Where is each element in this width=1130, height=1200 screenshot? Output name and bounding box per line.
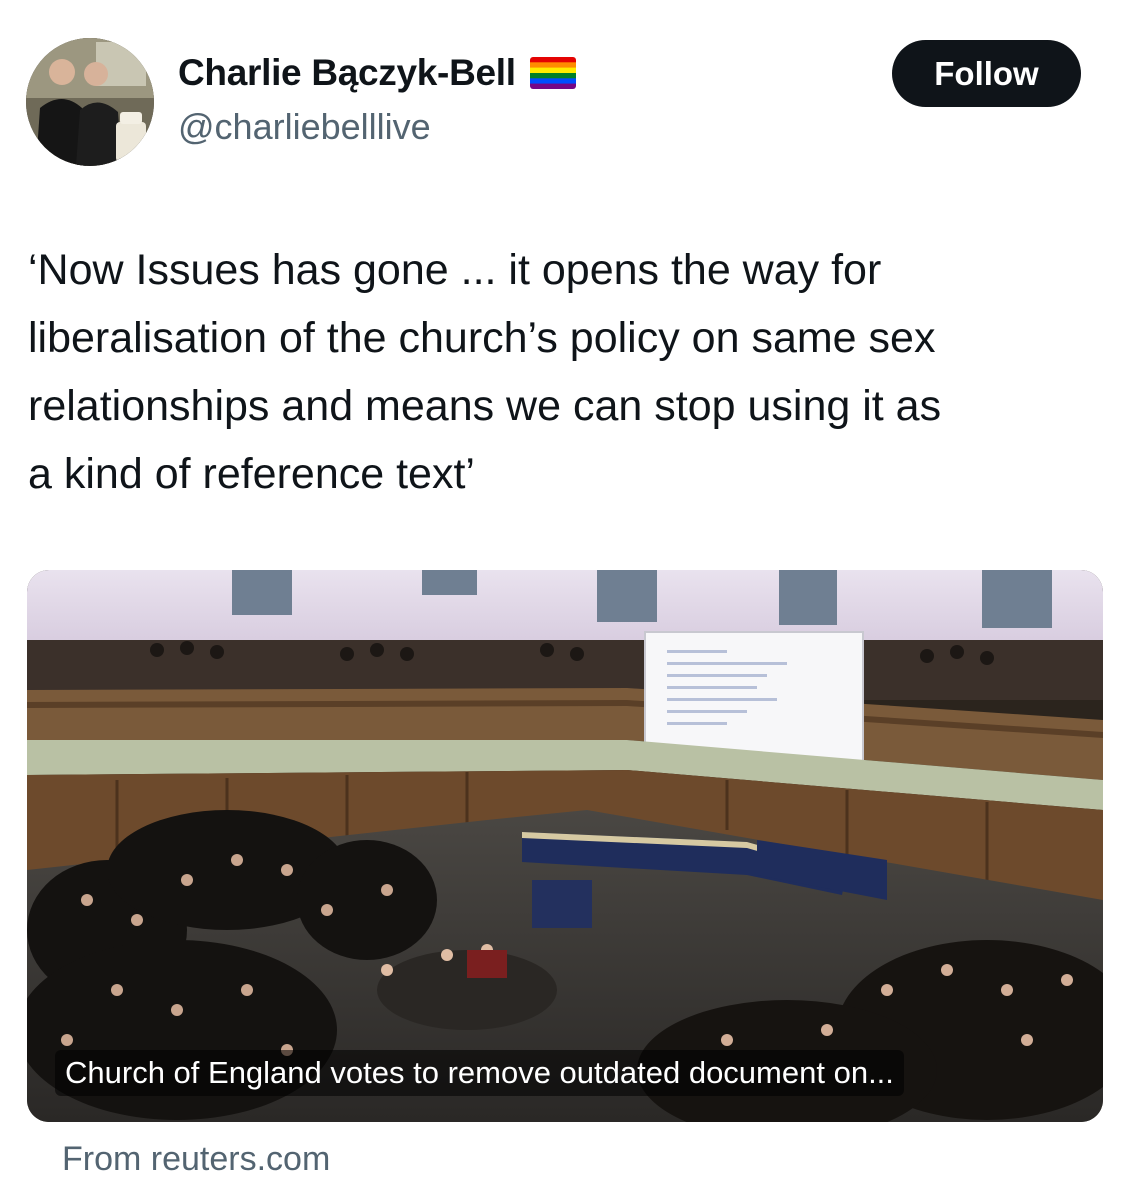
avatar[interactable] <box>26 38 154 166</box>
author-handle[interactable]: @charliebelllive <box>178 106 431 148</box>
avatar-photo <box>26 38 154 166</box>
link-source[interactable]: From reuters.com <box>62 1140 330 1179</box>
tweet-text: ‘Now Issues has gone ... it opens the wa… <box>28 246 942 498</box>
author-display-name[interactable]: Charlie Bączyk-Bell <box>178 52 516 94</box>
link-card-title: Church of England votes to remove outdat… <box>55 1050 904 1096</box>
rainbow-flag-icon <box>529 57 576 89</box>
link-card[interactable]: Church of England votes to remove outdat… <box>27 570 1103 1122</box>
follow-button[interactable]: Follow <box>892 40 1081 107</box>
article-photo <box>27 570 1103 1122</box>
author-name-row[interactable]: Charlie Bączyk-Bell <box>178 52 576 94</box>
